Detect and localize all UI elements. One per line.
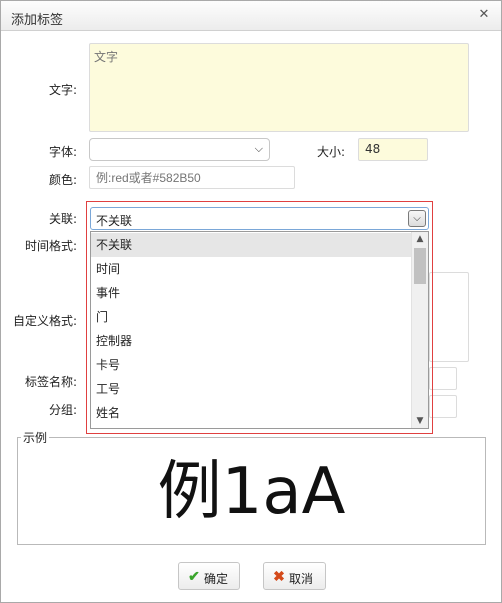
title-bar: 添加标签 ✕ [1,1,501,31]
dialog-title: 添加标签 [11,13,64,28]
cancel-button[interactable]: ✖ 取消 [263,562,326,590]
tag-name-input[interactable] [429,367,457,390]
scroll-thumb[interactable] [414,248,426,284]
relate-dropdown-list: 不关联 时间 事件 门 控制器 卡号 工号 姓名 ▲ ▼ [90,231,429,429]
tag-name-label: 标签名称: [25,375,78,389]
sample-preview-text: 例1aA [157,455,346,529]
dropdown-option[interactable]: 门 [91,305,412,329]
sample-box: 例1aA [17,437,486,545]
time-format-label: 时间格式: [25,239,78,253]
cancel-button-label: 取消 [289,572,314,586]
dropdown-option[interactable]: 工号 [91,377,412,401]
close-icon[interactable]: ✕ [477,8,491,22]
confirm-button-label: 确定 [204,572,229,586]
chevron-down-icon[interactable]: ⌵ [408,210,426,227]
dropdown-option[interactable]: 时间 [91,257,412,281]
font-select[interactable]: ⌵ [89,138,270,161]
text-input[interactable] [89,43,469,132]
check-icon: ✔ [188,568,200,584]
custom-format-label: 自定义格式: [13,314,78,328]
font-label: 字体: [49,145,78,159]
sample-legend: 示例 [21,429,50,446]
relate-highlight: 不关联 ⌵ 不关联 时间 事件 门 控制器 卡号 工号 姓名 ▲ ▼ [86,201,433,434]
confirm-button[interactable]: ✔ 确定 [178,562,240,590]
size-input[interactable]: 48 [358,138,428,161]
dropdown-option[interactable]: 控制器 [91,329,412,353]
scroll-up-icon[interactable]: ▲ [412,232,428,246]
scroll-down-icon[interactable]: ▼ [412,414,428,428]
group-input[interactable] [429,395,457,418]
add-tag-dialog: 添加标签 ✕ 文字: 字体: ⌵ 大小: 48 颜色: 关联: 时间格式: 自定… [0,0,502,603]
chevron-down-icon: ⌵ [254,142,263,155]
relate-select[interactable]: 不关联 ⌵ [90,207,429,230]
color-label: 颜色: [49,173,78,187]
size-label: 大小: [317,145,346,159]
cross-icon: ✖ [273,568,285,584]
dropdown-option[interactable]: 不关联 [91,233,412,257]
custom-format-input[interactable] [429,272,469,362]
dropdown-option[interactable]: 姓名 [91,401,412,425]
color-input[interactable] [89,166,295,189]
dropdown-option[interactable]: 事件 [91,281,412,305]
relate-select-value: 不关联 [96,214,133,228]
dropdown-option[interactable]: 卡号 [91,353,412,377]
dropdown-scrollbar[interactable]: ▲ ▼ [411,232,428,428]
group-label: 分组: [49,403,78,417]
relate-label: 关联: [49,212,78,226]
text-label: 文字: [49,83,78,97]
